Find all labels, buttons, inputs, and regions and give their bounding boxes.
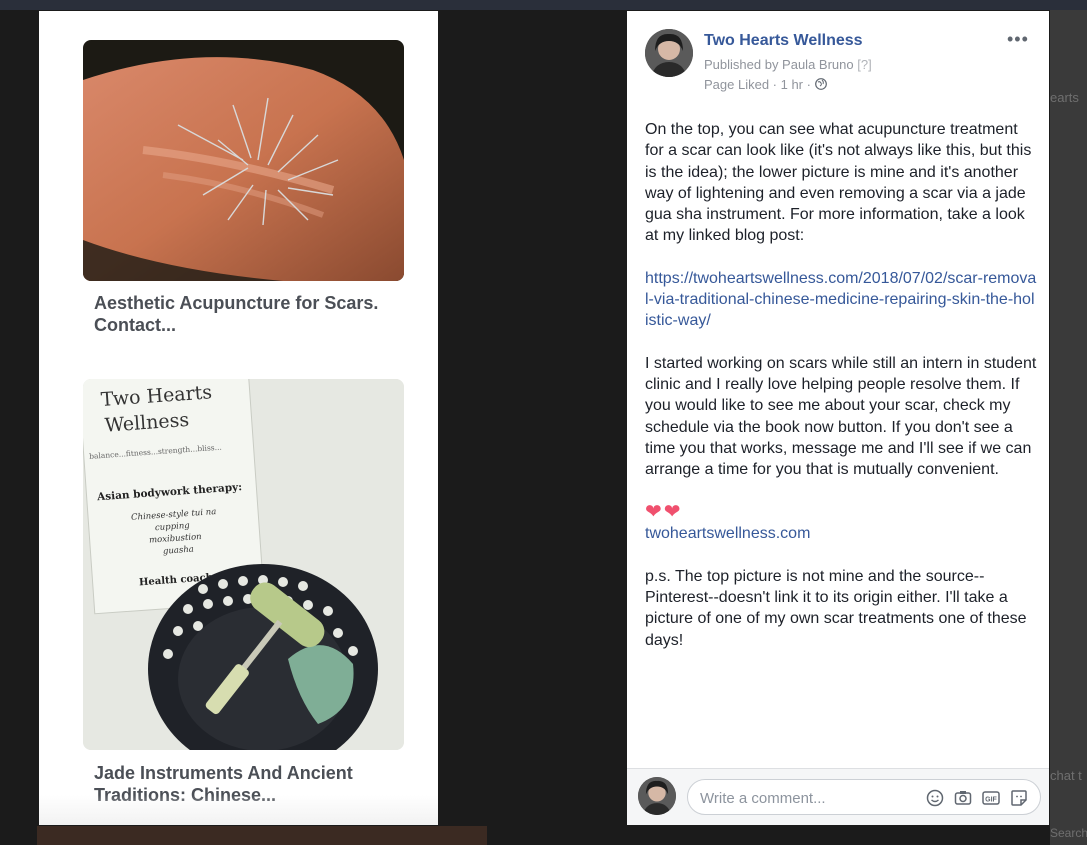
emoji-icon[interactable]	[925, 788, 945, 808]
sticker-icon[interactable]	[1009, 788, 1029, 808]
gif-icon[interactable]: GIF	[981, 788, 1001, 808]
published-by-text: Published by Paula Bruno	[704, 57, 854, 72]
post-paragraph: On the top, you can see what acupuncture…	[645, 121, 1032, 245]
background-text-fragment: earts	[1050, 90, 1079, 105]
comment-placeholder: Write a comment...	[700, 790, 826, 807]
post-body: On the top, you can see what acupuncture…	[645, 119, 1037, 672]
post-paragraph: p.s. The top picture is not mine and the…	[645, 567, 1027, 649]
page-avatar[interactable]	[645, 29, 693, 77]
blog-link[interactable]: https://twoheartswellness.com/2018/07/02…	[645, 268, 1037, 332]
svg-text:GIF: GIF	[985, 796, 997, 803]
link-preview-panel: Aesthetic Acupuncture for Scars. Contact…	[39, 11, 438, 825]
background-bottom-bar	[37, 826, 487, 845]
status-text[interactable]: Page Liked · 1 hr ·	[704, 77, 811, 92]
site-link[interactable]: twoheartswellness.com	[645, 523, 1037, 544]
comment-input[interactable]: Write a comment... GIF	[687, 779, 1041, 815]
facebook-post: Two Hearts Wellness Published by Paula B…	[627, 11, 1049, 825]
background-text-fragment: Search	[1050, 826, 1087, 840]
user-avatar[interactable]	[638, 777, 676, 815]
hearts-emoji: ❤❤	[645, 501, 683, 524]
background-text-fragment: chat t	[1050, 768, 1082, 783]
more-options-button[interactable]: •••	[1007, 29, 1029, 50]
help-marker[interactable]: [?]	[857, 57, 871, 72]
link-preview-title[interactable]: Aesthetic Acupuncture for Scars. Contact…	[94, 292, 414, 336]
comment-bar: Write a comment... GIF	[627, 768, 1049, 825]
acupuncture-scar-image[interactable]	[83, 40, 404, 281]
camera-icon[interactable]	[953, 788, 973, 808]
jade-instruments-image[interactable]: Two Hearts Wellness balance...fitness...…	[83, 379, 404, 750]
panel-fade	[39, 795, 438, 825]
background-top-bar	[0, 0, 1087, 10]
status-line: Page Liked · 1 hr ·	[704, 77, 827, 92]
background-right-strip	[1050, 10, 1087, 845]
globe-icon	[814, 77, 827, 92]
published-by-line: Published by Paula Bruno [?]	[704, 57, 872, 72]
post-paragraph: I started working on scars while still a…	[645, 354, 1037, 479]
page-name-link[interactable]: Two Hearts Wellness	[704, 32, 863, 50]
